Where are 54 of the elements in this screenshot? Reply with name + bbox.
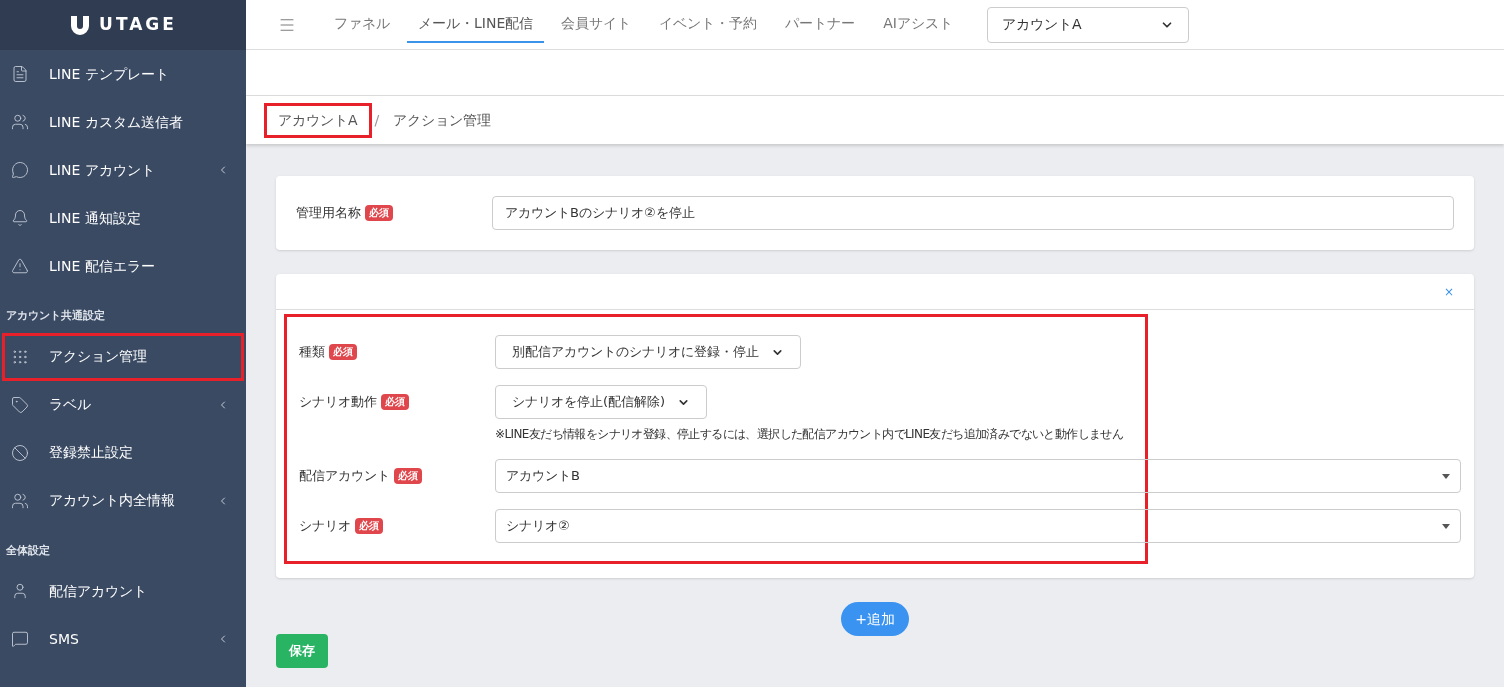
sidebar-item[interactable]: LINE アカウント — [2, 146, 244, 194]
required-badge: 必須 — [394, 468, 422, 484]
users-icon — [11, 113, 29, 131]
field-label: 種類 — [299, 343, 325, 362]
sidebar-item[interactable]: 配信アカウント — [2, 567, 244, 615]
users-icon — [11, 491, 29, 510]
bell-icon — [11, 209, 29, 227]
sidebar-item[interactable]: LINE 通知設定 — [2, 194, 244, 242]
speech-bubble-icon — [11, 161, 29, 179]
breadcrumb-link[interactable]: アカウントA — [264, 102, 372, 138]
sidebar-item[interactable]: アカウント内全情報 — [2, 476, 244, 525]
caret-icon — [1442, 473, 1450, 479]
combo-field[interactable]: シナリオ② — [495, 509, 1461, 543]
sidebar-item[interactable]: LINE カスタム送信者 — [2, 98, 244, 146]
user-icon — [11, 582, 29, 600]
tag-icon — [11, 395, 29, 414]
select-field[interactable]: シナリオを停止(配信解除) — [495, 385, 708, 419]
document-icon — [11, 65, 29, 83]
sidebar-item[interactable]: アクション管理 — [2, 332, 244, 381]
nav-tab[interactable]: イベント・予約 — [648, 6, 769, 43]
dots-grid-icon — [11, 347, 29, 366]
required-badge: 必須 — [355, 518, 383, 534]
name-input[interactable]: アカウントBのシナリオ②を停止 — [492, 196, 1454, 230]
combo-field[interactable]: アカウントB — [495, 459, 1461, 493]
nav-tab[interactable]: 会員サイト — [550, 6, 643, 43]
required-badge: 必須 — [329, 344, 357, 360]
nav-tab[interactable]: パートナー — [774, 6, 867, 43]
field-label: 配信アカウント — [299, 467, 390, 486]
breadcrumb-link[interactable]: アクション管理 — [382, 105, 503, 135]
field-note: ※LINE友だち情報をシナリオ登録、停止するには、選択した配信アカウント内でLINE友だち追加済みでないと動作しません — [495, 426, 1124, 443]
sidebar-heading: アカウント共通設定 — [5, 308, 106, 324]
select-field[interactable]: 別配信アカウントのシナリオに登録・停止 — [495, 335, 801, 369]
logo-text: UTAGE — [99, 13, 177, 37]
breadcrumb-separator: / — [374, 110, 380, 130]
ban-icon — [11, 443, 29, 462]
nav-tab[interactable]: AIアシスト — [872, 6, 964, 43]
nav-tab[interactable]: ファネル — [323, 6, 401, 43]
chat-bubble-icon — [11, 630, 29, 648]
nav-tab[interactable]: メール・LINE配信 — [407, 6, 545, 43]
warning-icon — [11, 257, 29, 275]
sidebar-item[interactable]: 登録禁止設定 — [2, 428, 244, 477]
required-badge: 必須 — [365, 205, 393, 221]
sidebar-item[interactable]: SMS — [2, 615, 244, 663]
field-label: 管理用名称 — [296, 204, 361, 223]
account-select[interactable]: アカウントA — [986, 6, 1189, 43]
sidebar-item[interactable]: LINE 配信エラー — [2, 242, 244, 290]
field-label: シナリオ動作 — [299, 393, 377, 412]
sidebar-item[interactable]: ラベル — [2, 380, 244, 429]
sidebar-heading: 全体設定 — [5, 542, 51, 559]
sidebar-item[interactable]: LINE テンプレート — [2, 50, 244, 98]
field-label: シナリオ — [299, 517, 351, 536]
caret-icon — [1442, 523, 1450, 529]
required-badge: 必須 — [381, 394, 409, 410]
logo-icon — [69, 14, 92, 36]
